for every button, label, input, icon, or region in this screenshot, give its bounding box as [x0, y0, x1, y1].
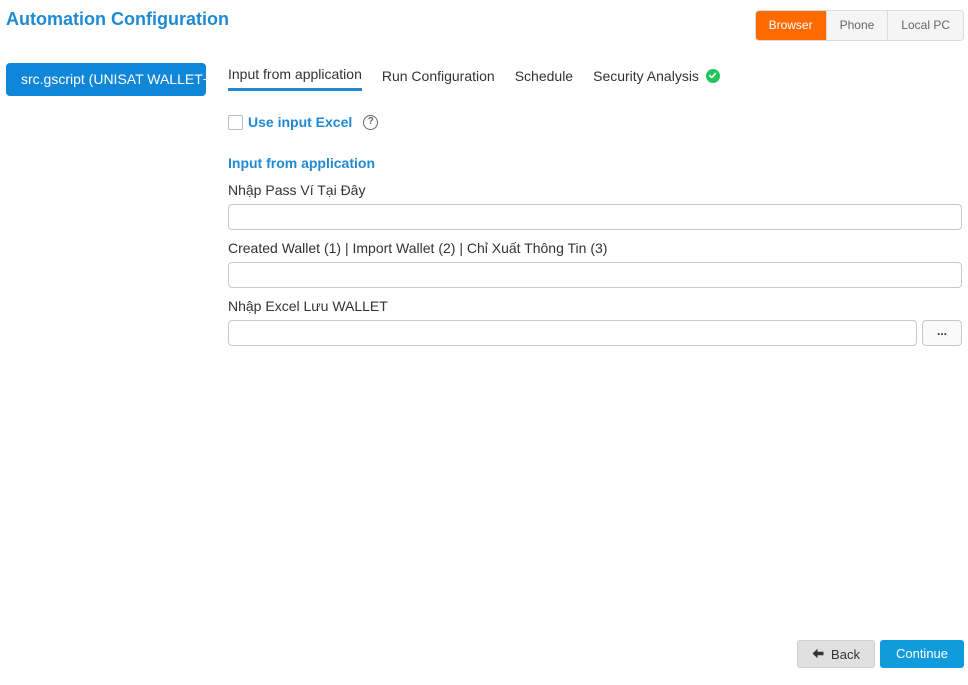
use-input-excel-checkbox[interactable]: [228, 114, 243, 130]
tab-label: Input from application: [228, 66, 362, 82]
back-button-label: Back: [831, 646, 860, 662]
password-field[interactable]: [228, 204, 962, 230]
question-circle-icon[interactable]: ?: [363, 114, 379, 130]
tab-run-configuration[interactable]: Run Configuration: [382, 66, 495, 91]
wallet-mode-field[interactable]: [228, 262, 962, 288]
tab-schedule[interactable]: Schedule: [515, 66, 573, 91]
use-input-excel-label[interactable]: Use input Excel: [248, 114, 352, 130]
excel-path-field[interactable]: [228, 320, 917, 346]
sidebar-script-item[interactable]: src.gscript (UNISAT WALLET+: [6, 63, 206, 96]
platform-phone-button[interactable]: Phone: [826, 11, 889, 40]
tab-label: Security Analysis: [593, 67, 699, 84]
section-title: Input from application: [228, 155, 375, 171]
tab-label: Run Configuration: [381, 67, 495, 84]
config-tabs: Input from application Run Configuration…: [228, 66, 720, 91]
back-button[interactable]: Back: [797, 640, 875, 668]
excel-path-field-label: Nhập Excel Lưu WALLET: [228, 298, 388, 314]
platform-local-pc-button[interactable]: Local PC: [888, 11, 963, 40]
tab-label: Schedule: [514, 67, 574, 84]
password-field-label: Nhập Pass Ví Tại Đây: [228, 182, 366, 198]
tab-security-analysis[interactable]: Security Analysis: [593, 66, 720, 91]
check-circle-icon: [705, 68, 720, 83]
browse-file-button[interactable]: ...: [922, 320, 962, 346]
platform-selector: Browser Phone Local PC: [754, 10, 964, 41]
use-input-excel-option: Use input Excel ?: [228, 114, 379, 130]
arrow-left-icon: [812, 647, 824, 662]
platform-browser-button[interactable]: Browser: [755, 11, 827, 40]
tab-input-from-application[interactable]: Input from application: [228, 66, 362, 91]
page-title: Automation Configuration: [6, 9, 229, 29]
continue-button[interactable]: Continue: [880, 640, 964, 668]
wallet-mode-field-label: Created Wallet (1) | Import Wallet (2) |…: [228, 240, 608, 256]
